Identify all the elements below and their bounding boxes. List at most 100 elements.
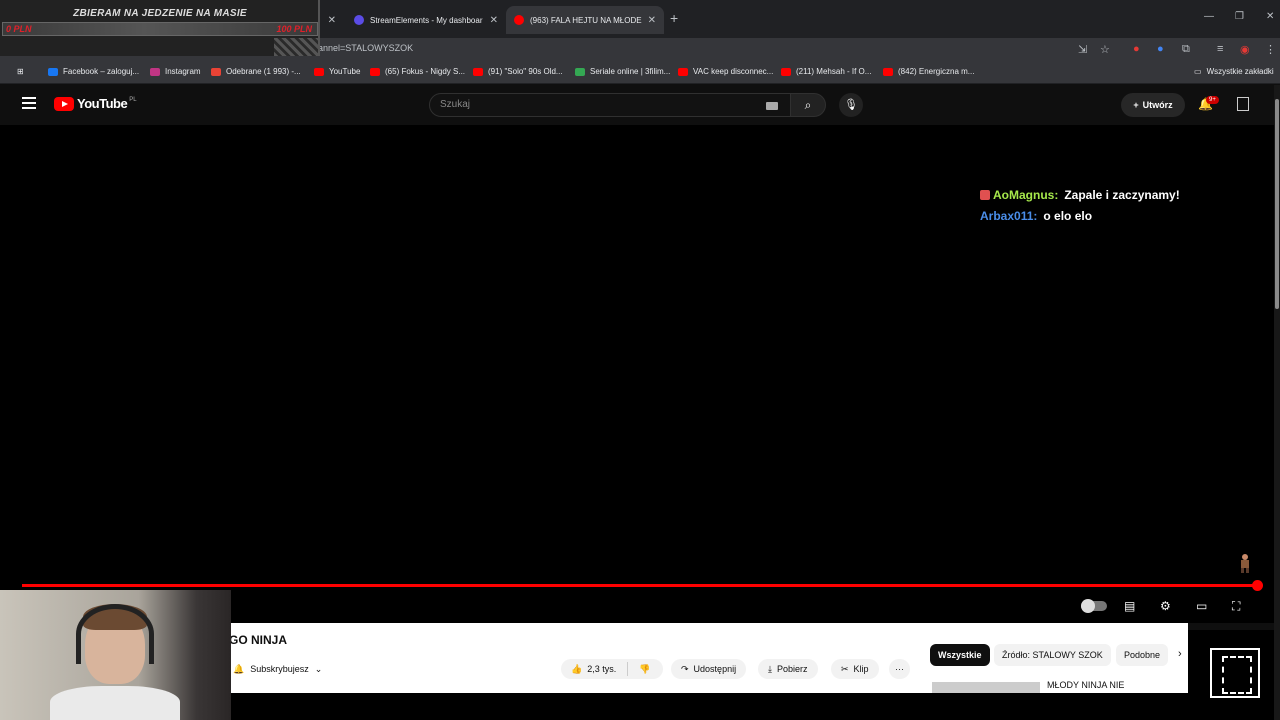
youtube-icon: [473, 67, 483, 76]
clip-button[interactable]: ✂ Klip: [831, 659, 879, 679]
subtitles-icon[interactable]: ▤: [1124, 599, 1135, 613]
more-icon: ···: [895, 664, 904, 674]
streamelements-icon: [354, 15, 364, 25]
create-button[interactable]: + Utwórz: [1121, 93, 1185, 117]
more-actions-button[interactable]: ···: [889, 659, 910, 679]
bookmark-item[interactable]: (842) Energiczna m...: [883, 67, 974, 76]
tab-close-previous[interactable]: ✕: [320, 6, 344, 34]
browser-menu-icon[interactable]: ⋮: [1265, 43, 1276, 56]
subscribe-button[interactable]: 🔔 Subskrybujesz ⌄: [227, 659, 328, 679]
bookmark-label: Odebrane (1 993) -...: [226, 67, 301, 76]
close-window-icon[interactable]: ✕: [1266, 11, 1274, 22]
scrollbar-thumb[interactable]: [1275, 99, 1279, 309]
chip-similar[interactable]: Podobne: [1116, 644, 1169, 666]
dislike-icon[interactable]: 👎: [639, 664, 650, 675]
recommended-thumbnail[interactable]: [932, 682, 1040, 693]
extension-blue-icon[interactable]: ●: [1157, 43, 1164, 55]
subscribe-label: Subskrybujesz: [250, 664, 309, 674]
bookmark-label: (842) Energiczna m...: [898, 67, 975, 76]
bookmark-item[interactable]: Instagram: [150, 67, 201, 76]
youtube-header: YouTube PL Szukaj ⌕ 🎙 + Utwórz 🔔: [0, 85, 1274, 125]
youtube-wordmark: YouTube: [77, 96, 128, 111]
youtube-logo[interactable]: YouTube PL: [54, 96, 137, 111]
like-icon[interactable]: 👍: [571, 664, 582, 675]
bookmark-label: (211) Mehsah - If O...: [796, 67, 872, 76]
progress-character-icon: [1241, 554, 1249, 573]
autoplay-toggle[interactable]: [1081, 599, 1107, 613]
extensions-puzzle-icon[interactable]: ⧉: [1182, 43, 1190, 56]
bookmark-item[interactable]: (211) Mehsah - If O...: [781, 67, 871, 76]
fullscreen-icon[interactable]: ⛶: [1232, 599, 1240, 614]
clip-label: Klip: [853, 664, 869, 674]
extension-red-icon[interactable]: ●: [1133, 43, 1140, 55]
bookmark-item[interactable]: YouTube: [314, 67, 360, 76]
search-input[interactable]: Szukaj: [429, 93, 791, 117]
chat-text: Zapale i zaczynamy!: [1064, 188, 1180, 202]
new-tab-button[interactable]: +: [670, 10, 678, 26]
tab-label: (963) FALA HEJTU NA MŁODEG: [530, 15, 642, 25]
url-field[interactable]: annel=STALOWYSZOK: [318, 43, 413, 53]
bookmark-item[interactable]: Odebrane (1 993) -...: [211, 67, 301, 76]
keyboard-icon[interactable]: [766, 102, 778, 110]
chip-source[interactable]: Źródło: STALOWY SZOK: [994, 644, 1111, 666]
chat-overlay: AoMagnus: Zapale i zaczynamy! Arbax011: o …: [980, 185, 1180, 227]
divider: [627, 662, 629, 676]
bookmark-item[interactable]: (65) Fokus - Nigdy S...: [370, 67, 465, 76]
youtube-icon: [781, 67, 791, 76]
hamburger-menu-icon[interactable]: [22, 97, 36, 109]
video-progress-bar[interactable]: [22, 584, 1258, 587]
headset-icon: [76, 604, 154, 664]
theater-mode-icon[interactable]: ▭: [1196, 599, 1207, 613]
bell-icon: 🔔: [233, 663, 245, 674]
apps-grid-icon[interactable]: ⊞: [17, 67, 24, 76]
media-control-icon[interactable]: ≡: [1217, 43, 1223, 55]
goal-min-label: 0 PLN: [6, 24, 32, 34]
profile-avatar-icon[interactable]: ◉: [1240, 43, 1250, 56]
like-count[interactable]: 2,3 tys.: [587, 664, 616, 674]
bookmarks-bar: ⊞ Facebook – zaloguj... Instagram Odebra…: [0, 62, 1280, 84]
close-icon[interactable]: ✕: [490, 15, 498, 26]
stream-goal-overlay: ZBIERAM NA JEDZENIE NA MASIE 0 PLN 100 P…: [0, 0, 320, 56]
page-scrollbar[interactable]: [1274, 85, 1280, 720]
bookmark-item[interactable]: VAC keep disconnec...: [678, 67, 773, 76]
bookmark-star-icon[interactable]: ☆: [1100, 43, 1110, 56]
chat-message: Arbax011: o elo elo: [980, 206, 1180, 227]
bookmark-label: Instagram: [165, 67, 201, 76]
settings-gear-icon[interactable]: ⚙: [1160, 599, 1171, 613]
download-button[interactable]: ⤓ Pobierz: [758, 659, 818, 679]
chat-text: o elo elo: [1043, 209, 1093, 223]
voice-search-button[interactable]: 🎙: [839, 93, 863, 117]
facebook-icon: [48, 67, 58, 76]
chevron-right-icon[interactable]: ›: [1178, 648, 1182, 660]
scrubber-handle[interactable]: [1252, 580, 1263, 591]
folder-icon: ▭: [1194, 67, 1202, 76]
restore-icon[interactable]: ❐: [1235, 11, 1244, 22]
chip-label: Źródło: STALOWY SZOK: [1002, 650, 1103, 660]
install-app-icon[interactable]: ⇲: [1078, 43, 1087, 56]
chip-label: Wszystkie: [938, 650, 982, 660]
webcam-feed: [0, 590, 231, 720]
tab-youtube-active[interactable]: (963) FALA HEJTU NA MŁODEG ✕: [506, 6, 664, 34]
share-button[interactable]: ↷ Udostępnij: [671, 659, 747, 679]
channel-avatar-icon[interactable]: [1237, 97, 1249, 111]
chip-all[interactable]: Wszystkie: [930, 644, 990, 666]
bookmark-item[interactable]: Facebook – zaloguj...: [48, 67, 139, 76]
search-button[interactable]: ⌕: [790, 93, 826, 117]
video-player[interactable]: AoMagnus: Zapale i zaczynamy! Arbax011: o …: [0, 125, 1274, 623]
close-icon[interactable]: ✕: [648, 15, 656, 26]
download-label: Pobierz: [776, 664, 808, 674]
all-bookmarks[interactable]: ▭ Wszystkie zakładki: [1194, 67, 1274, 76]
seriale-icon: [575, 67, 585, 76]
minimize-icon[interactable]: —: [1204, 11, 1214, 22]
recommended-video-title[interactable]: MŁODY NINJA NIE: [1047, 680, 1124, 690]
download-icon: ⤓: [768, 663, 772, 674]
bookmark-item[interactable]: (91) "Solo" 90s Old...: [473, 67, 563, 76]
chat-username: AoMagnus:: [993, 188, 1059, 202]
bookmark-item[interactable]: Seriale online | 3filim...: [575, 67, 670, 76]
tab-streamelements[interactable]: StreamElements - My dashboar ✕: [346, 6, 506, 34]
microphone-icon: 🎙: [844, 99, 858, 111]
close-icon[interactable]: ✕: [328, 15, 336, 26]
youtube-icon: [370, 67, 380, 76]
search-placeholder: Szukaj: [440, 99, 471, 110]
instagram-icon: [150, 67, 160, 76]
